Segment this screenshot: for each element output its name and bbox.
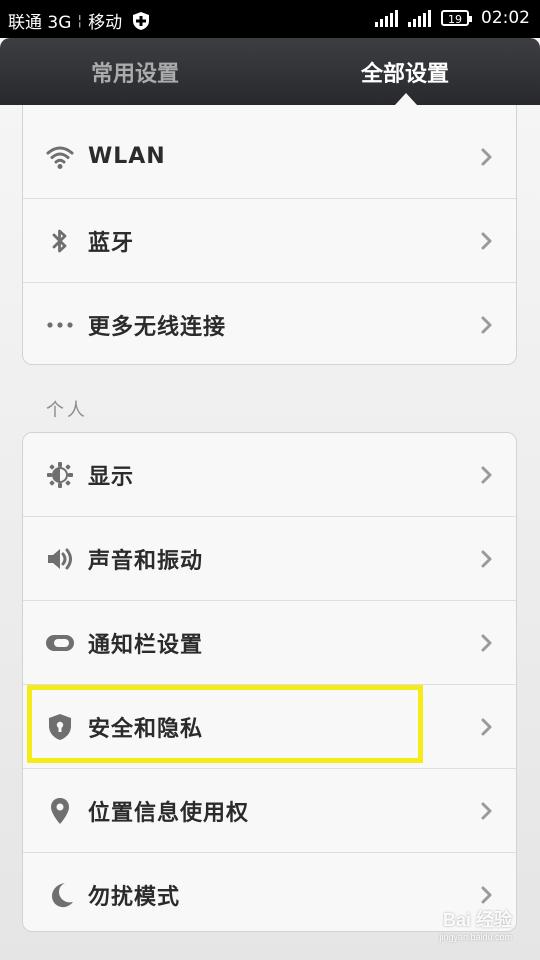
bluetooth-icon xyxy=(52,229,67,252)
settings-item-label: 更多无线连接 xyxy=(88,314,227,340)
status-indicators: 19 02:02 xyxy=(375,8,530,28)
chevron-right-icon xyxy=(481,802,492,819)
settings-item-location-access[interactable]: 位置信息使用权 xyxy=(23,769,516,853)
chevron-right-icon xyxy=(481,886,492,903)
settings-item-bluetooth[interactable]: 蓝牙 xyxy=(23,199,516,283)
chevron-right-icon xyxy=(481,550,492,567)
carrier-secondary: 移动 xyxy=(88,13,123,33)
carrier-separator: ¦ xyxy=(77,12,83,29)
active-tab-indicator xyxy=(395,93,417,105)
watermark-logo: Bai 经验 xyxy=(442,910,512,930)
settings-item-notification-bar[interactable]: 通知栏设置 xyxy=(23,601,516,685)
signal-strength-icon xyxy=(408,9,431,27)
brightness-icon xyxy=(47,461,73,488)
settings-item-label: 勿扰模式 xyxy=(88,884,181,910)
chevron-right-icon xyxy=(481,148,492,165)
battery-level: 19 xyxy=(448,13,462,26)
settings-item-sound-vibration[interactable]: 声音和振动 xyxy=(23,517,516,601)
personal-settings-group: 显示 声音和振动 通知栏设置 安全和隐私 位置信息使用权 勿扰模式 xyxy=(22,432,517,932)
toggle-icon xyxy=(46,634,74,651)
battery-icon: 19 xyxy=(441,10,472,26)
more-dots-icon xyxy=(47,321,73,328)
section-header-personal: 个人 xyxy=(46,400,88,421)
status-bar: 联通 3G ¦ 移动 19 02:02 xyxy=(0,0,540,38)
settings-item-label: 显示 xyxy=(88,464,135,490)
settings-item-security-privacy[interactable]: 安全和隐私 xyxy=(23,685,516,769)
wireless-settings-group: WLAN 蓝牙 更多无线连接 xyxy=(22,105,517,365)
shield-icon xyxy=(49,713,71,740)
settings-item-label: WLAN xyxy=(88,144,166,169)
settings-item-display[interactable]: 显示 xyxy=(23,433,516,517)
settings-item-label: 安全和隐私 xyxy=(88,716,204,742)
watermark-url: jingyan.baidu.com xyxy=(439,932,512,942)
tab-label: 常用设置 xyxy=(90,61,179,87)
settings-item-label: 蓝牙 xyxy=(88,230,135,256)
speaker-icon xyxy=(48,548,72,569)
chevron-right-icon xyxy=(481,316,492,333)
settings-tab-bar: 常用设置 全部设置 xyxy=(0,38,540,105)
tab-common-settings[interactable]: 常用设置 xyxy=(0,38,270,105)
settings-item-more-wireless[interactable]: 更多无线连接 xyxy=(23,283,516,366)
settings-item-label: 声音和振动 xyxy=(88,548,204,574)
settings-item-label: 位置信息使用权 xyxy=(88,800,250,826)
chevron-right-icon xyxy=(481,232,492,249)
location-pin-icon xyxy=(51,797,69,824)
carrier-info: 联通 3G ¦ 移动 xyxy=(8,8,150,33)
wifi-icon xyxy=(46,146,74,169)
chevron-right-icon xyxy=(481,634,492,651)
tab-label: 全部设置 xyxy=(360,61,449,87)
signal-strength-icon xyxy=(375,9,398,27)
chevron-right-icon xyxy=(481,718,492,735)
security-shield-icon xyxy=(133,11,150,30)
clock: 02:02 xyxy=(481,8,530,28)
settings-item-label: 通知栏设置 xyxy=(88,632,204,658)
baidu-watermark: Bai 经验 jingyan.baidu.com xyxy=(439,906,512,942)
chevron-right-icon xyxy=(481,466,492,483)
settings-item-wlan[interactable]: WLAN xyxy=(23,115,516,199)
moon-icon xyxy=(52,882,73,907)
carrier-primary: 联通 3G xyxy=(8,13,72,33)
